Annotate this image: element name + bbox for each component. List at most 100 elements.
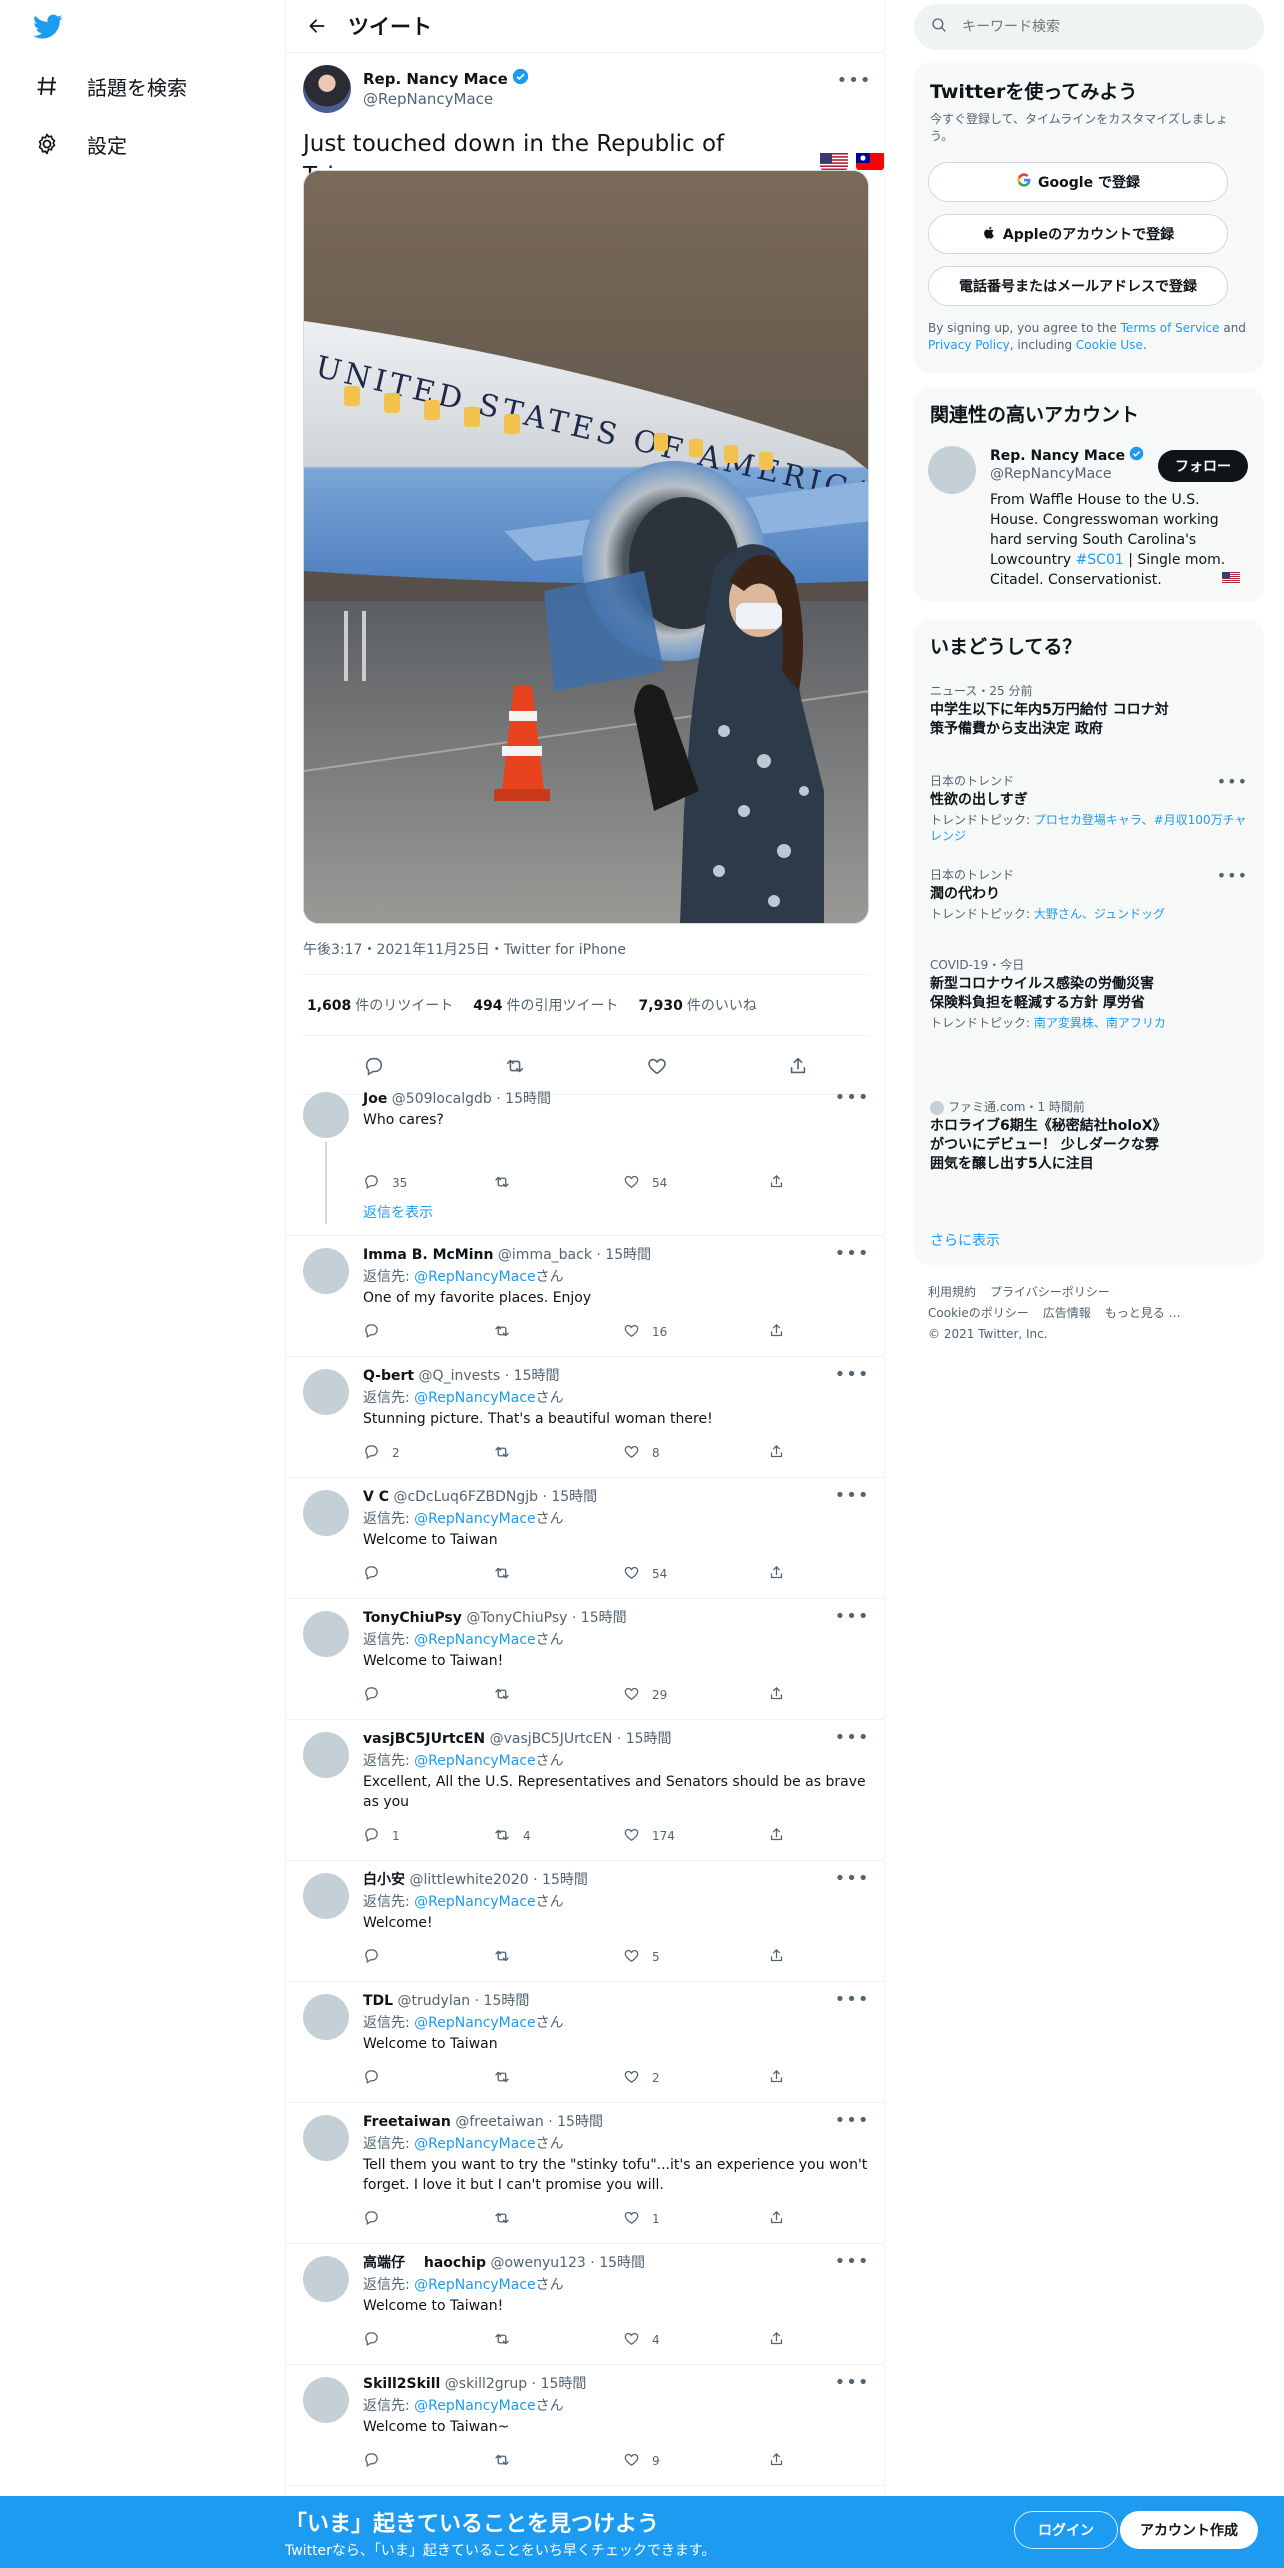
like-button[interactable]: 1: [623, 2209, 660, 2229]
reply-author-name[interactable]: Imma B. McMinn: [363, 1247, 493, 1263]
more-options-icon[interactable]: •••: [835, 2371, 869, 2393]
reply-button[interactable]: 2: [363, 1443, 400, 1463]
more-options-icon[interactable]: •••: [835, 2109, 869, 2131]
like-button[interactable]: 2: [623, 2068, 660, 2088]
like-button[interactable]: 54: [623, 1564, 667, 1584]
reply-to-handle-link[interactable]: @RepNancyMace: [414, 2277, 535, 2293]
apple-signup-button[interactable]: Appleのアカウントで登録: [928, 214, 1228, 254]
trend-item[interactable]: COVID-19・今日 新型コロナウイルス感染の労働災害 保険料負担を軽減する方針…: [930, 956, 1248, 1031]
reply-time[interactable]: 15時間: [605, 1247, 651, 1263]
twitter-logo-icon[interactable]: [33, 14, 65, 42]
retweet-button[interactable]: [493, 2451, 523, 2472]
like-button[interactable]: 174: [623, 1826, 675, 1846]
reply-avatar[interactable]: [303, 1248, 349, 1294]
signup-button[interactable]: アカウント作成: [1120, 2511, 1258, 2549]
reply-time[interactable]: 15時間: [557, 2114, 603, 2130]
reply-tweet[interactable]: Joe @509localgdb · 15時間•••返信先: @RepNancy…: [286, 1080, 884, 1236]
reply-time[interactable]: 15時間: [541, 2376, 587, 2392]
reply-author-handle[interactable]: @owenyu123: [490, 2255, 585, 2271]
search-bar[interactable]: [914, 4, 1264, 50]
reply-tweet[interactable]: TonyChiuPsy @TonyChiuPsy · 15時間 ••• 返信先: @…: [286, 1599, 884, 1720]
reply-to-handle-link[interactable]: @RepNancyMace: [414, 1753, 535, 1769]
reply-button[interactable]: 35: [363, 1173, 407, 1193]
retweet-button[interactable]: 4: [493, 1826, 531, 1847]
follow-button[interactable]: フォロー: [1158, 450, 1248, 482]
retweet-button[interactable]: [493, 1173, 523, 1194]
reply-button[interactable]: [363, 1322, 392, 1342]
reply-tweet[interactable]: 高端仔 haochip @owenyu123 · 15時間 ••• 返信先: @Re…: [286, 2244, 884, 2365]
reply-time[interactable]: 15時間: [581, 1610, 627, 1626]
reply-avatar[interactable]: [303, 1994, 349, 2040]
reply-author-handle[interactable]: @509localgdb: [392, 1091, 492, 1107]
reply-author-name[interactable]: 白小安: [363, 1872, 405, 1888]
reply-to-handle-link[interactable]: @RepNancyMace: [414, 1269, 535, 1285]
trend-topic-link[interactable]: 南ア変異株、南アフリカ: [1034, 1016, 1166, 1030]
reply-author-name[interactable]: 高端仔 haochip: [363, 2255, 486, 2271]
reply-button[interactable]: [363, 1947, 392, 1967]
more-options-icon[interactable]: •••: [835, 1242, 869, 1264]
trend-item[interactable]: 日本のトレンド 潤の代わり トレンドトピック: 大野さん、ジュンドッグ •••: [930, 866, 1248, 922]
share-button[interactable]: [768, 2068, 785, 2088]
reply-tweet[interactable]: vasjBC5JUrtcEN @vasjBC5JUrtcEN · 15時間 •••…: [286, 1720, 884, 1861]
search-input[interactable]: [962, 19, 1222, 35]
reply-author-handle[interactable]: @vasjBC5JUrtcEN: [490, 1731, 613, 1747]
reply-tweet[interactable]: V C @cDcLuq6FZBDNgjb · 15時間 ••• 返信先: @RepN…: [286, 1478, 884, 1599]
privacy-link[interactable]: Privacy Policy: [928, 338, 1010, 352]
reply-tweet[interactable]: Skill2Skill @skill2grup · 15時間 ••• 返信先: @R…: [286, 2365, 884, 2486]
author-avatar[interactable]: [303, 65, 351, 113]
like-button[interactable]: 4: [623, 2330, 660, 2350]
like-button[interactable]: 29: [623, 1685, 667, 1705]
reply-avatar[interactable]: [303, 2377, 349, 2423]
reply-button[interactable]: [363, 1564, 392, 1584]
sc01-hashtag-link[interactable]: #SC01: [1076, 552, 1124, 568]
reply-avatar[interactable]: [303, 1490, 349, 1536]
reply-time[interactable]: 15時間: [484, 1993, 530, 2009]
reply-author-name[interactable]: vasjBC5JUrtcEN: [363, 1731, 485, 1747]
reply-avatar[interactable]: [303, 1732, 349, 1778]
reply-button[interactable]: [363, 2330, 392, 2350]
share-button[interactable]: [768, 1685, 785, 1705]
footer-ads-link[interactable]: 広告情報: [1043, 1306, 1091, 1320]
share-button[interactable]: [768, 1826, 785, 1846]
reply-author-handle[interactable]: @Q_invests: [419, 1368, 501, 1384]
reply-button[interactable]: [363, 2451, 392, 2471]
footer-terms-link[interactable]: 利用規約: [928, 1285, 976, 1299]
reply-author-handle[interactable]: @imma_back: [498, 1247, 592, 1263]
reply-author-name[interactable]: TonyChiuPsy: [363, 1610, 462, 1626]
reply-author-handle[interactable]: @skill2grup: [445, 2376, 527, 2392]
cookie-link[interactable]: Cookie Use: [1076, 338, 1143, 352]
reply-button[interactable]: [363, 2209, 392, 2229]
related-handle[interactable]: @RepNancyMace: [990, 466, 1111, 482]
reply-tweet[interactable]: Freetaiwan @freetaiwan · 15時間 ••• 返信先: @Re…: [286, 2103, 884, 2244]
like-count[interactable]: 7,930 件のいいね: [639, 995, 757, 1015]
terms-link[interactable]: Terms of Service: [1121, 321, 1220, 335]
share-button[interactable]: [768, 1947, 785, 1967]
login-button[interactable]: ログイン: [1014, 2511, 1118, 2549]
reply-author-handle[interactable]: @freetaiwan: [455, 2114, 543, 2130]
footer-cookie-link[interactable]: Cookieのポリシー: [928, 1306, 1029, 1320]
retweet-button[interactable]: [493, 1322, 523, 1343]
footer-more-link[interactable]: もっと見る …: [1105, 1306, 1181, 1320]
retweet-button[interactable]: [493, 1443, 523, 1464]
reply-author-name[interactable]: V C: [363, 1489, 389, 1505]
google-signup-button[interactable]: Google で登録: [928, 162, 1228, 202]
reply-to-handle-link[interactable]: @RepNancyMace: [414, 2398, 535, 2414]
reply-to-handle-link[interactable]: @RepNancyMace: [414, 1390, 535, 1406]
author-name-row[interactable]: Rep. Nancy Mace: [363, 68, 529, 89]
reply-time[interactable]: 15時間: [514, 1368, 560, 1384]
reply-author-handle[interactable]: @littlewhite2020: [409, 1872, 528, 1888]
reply-author-name[interactable]: Freetaiwan: [363, 2114, 451, 2130]
reply-time[interactable]: 15時間: [505, 1091, 551, 1107]
reply-to-handle-link[interactable]: @RepNancyMace: [414, 1894, 535, 1910]
like-button[interactable]: 16: [623, 1322, 667, 1342]
like-button[interactable]: 9: [623, 2451, 660, 2471]
reply-author-name[interactable]: Q-bert: [363, 1368, 414, 1384]
more-options-icon[interactable]: •••: [835, 1726, 869, 1748]
trend-more-icon[interactable]: •••: [1217, 772, 1248, 791]
reply-to-handle-link[interactable]: @RepNancyMace: [414, 2015, 535, 2031]
related-avatar[interactable]: [928, 446, 976, 494]
quote-count[interactable]: 494 件の引用ツイート: [473, 995, 618, 1015]
share-button[interactable]: [768, 1564, 785, 1584]
retweet-button[interactable]: [493, 1564, 523, 1585]
more-options-icon[interactable]: •••: [835, 1363, 869, 1385]
